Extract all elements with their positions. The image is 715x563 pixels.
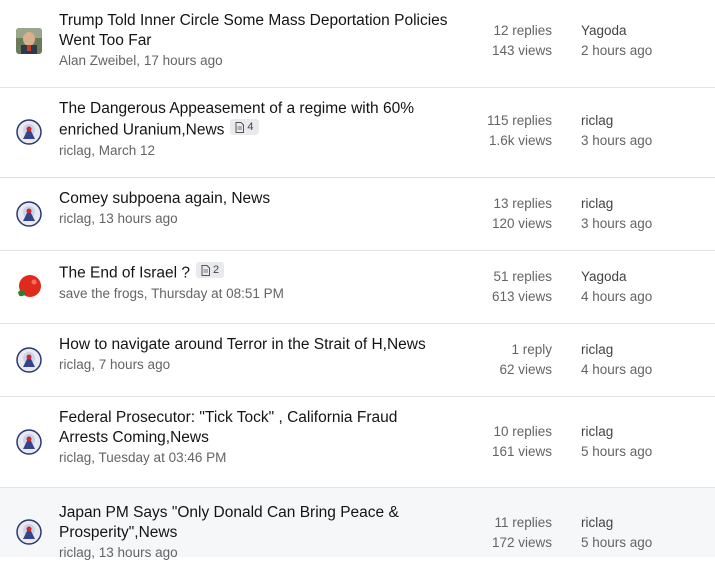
avatar[interactable] [16, 201, 42, 227]
last-post-user[interactable]: riclag [581, 111, 701, 131]
replies-count: 13 replies [493, 196, 552, 211]
document-icon [201, 264, 210, 276]
topic-title[interactable]: The End of Israel ? 2 [59, 262, 449, 284]
topic-row[interactable]: Trump Told Inner Circle Some Mass Deport… [0, 0, 715, 88]
topic-title-text[interactable]: The End of Israel ? [59, 265, 190, 282]
views-count: 62 views [499, 362, 552, 377]
avatar[interactable] [16, 347, 42, 373]
page-count-badge[interactable]: 2 [195, 262, 225, 278]
last-post-info: riclag 5 hours ago [581, 513, 701, 553]
topic-meta: riclag, 13 hours ago [59, 211, 178, 226]
views-count: 613 views [491, 289, 552, 304]
topic-stats: 13 replies 120 views [470, 194, 552, 234]
topic-row[interactable]: How to navigate around Terror in the Str… [0, 324, 715, 397]
replies-count: 115 replies [486, 113, 552, 128]
last-post-time[interactable]: 2 hours ago [581, 41, 701, 61]
last-post-info: riclag 4 hours ago [581, 340, 701, 380]
topic-row[interactable]: The End of Israel ? 2 save the frogs, Thu… [0, 251, 715, 324]
last-post-info: Yagoda 2 hours ago [581, 21, 701, 61]
page-count-badge[interactable]: 4 [230, 119, 259, 135]
topic-stats: 11 replies 172 views [470, 513, 552, 553]
replies-count: 12 replies [493, 23, 552, 38]
topic-date: Thursday at 08:51 PM [151, 285, 284, 301]
topic-meta: riclag, Tuesday at 03:46 PM [59, 450, 227, 465]
riclag-avatar-icon [16, 347, 42, 373]
topic-meta: save the frogs, Thursday at 08:51 PM [59, 285, 284, 301]
last-post-time[interactable]: 4 hours ago [581, 360, 701, 380]
avatar[interactable] [16, 519, 42, 545]
views-count: 143 views [491, 43, 552, 58]
last-post-user[interactable]: riclag [581, 513, 701, 533]
views-count: 161 views [491, 444, 552, 459]
last-post-time[interactable]: 3 hours ago [581, 131, 701, 151]
last-post-user[interactable]: Yagoda [581, 21, 701, 41]
last-post-time[interactable]: 5 hours ago [581, 442, 701, 462]
last-post-info: Yagoda 4 hours ago [581, 267, 701, 307]
topic-row[interactable]: Comey subpoena again, News riclag, 13 ho… [0, 178, 715, 251]
topic-title[interactable]: Trump Told Inner Circle Some Mass Deport… [59, 11, 449, 51]
topic-author[interactable]: Alan Zweibel [59, 53, 136, 68]
replies-count: 11 replies [494, 515, 552, 530]
last-post-time[interactable]: 3 hours ago [581, 214, 701, 234]
topic-date: 17 hours ago [143, 53, 223, 68]
views-count: 120 views [491, 216, 552, 231]
topic-meta: Alan Zweibel, 17 hours ago [59, 53, 223, 68]
replies-count: 51 replies [493, 269, 552, 284]
topic-title[interactable]: Comey subpoena again, News [59, 189, 449, 209]
topic-date: March 12 [98, 142, 156, 158]
topic-meta: riclag, March 12 [59, 142, 156, 158]
last-post-user[interactable]: riclag [581, 194, 701, 214]
topic-author[interactable]: riclag [59, 143, 91, 158]
topic-date: 13 hours ago [98, 211, 178, 226]
last-post-user[interactable]: Yagoda [581, 267, 701, 287]
topic-date: 7 hours ago [98, 357, 171, 372]
avatar[interactable] [16, 274, 42, 300]
topic-stats: 12 replies 143 views [470, 21, 552, 61]
topic-title[interactable]: How to navigate around Terror in the Str… [59, 335, 449, 355]
topic-author[interactable]: save the frogs [59, 286, 144, 301]
topic-stats: 51 replies 613 views [470, 267, 552, 307]
topic-author[interactable]: riclag [59, 450, 91, 465]
topic-stats: 1 reply 62 views [470, 340, 552, 380]
views-count: 172 views [491, 535, 552, 550]
last-post-info: riclag 3 hours ago [581, 194, 701, 234]
red-avatar-icon [16, 274, 42, 300]
topic-title[interactable]: Federal Prosecutor: "Tick Tock" , Califo… [59, 408, 419, 448]
avatar[interactable] [16, 119, 42, 145]
avatar[interactable] [16, 28, 42, 54]
topic-meta: riclag, 7 hours ago [59, 357, 171, 372]
last-post-user[interactable]: riclag [581, 340, 701, 360]
topic-list: Trump Told Inner Circle Some Mass Deport… [0, 0, 715, 560]
last-post-time[interactable]: 5 hours ago [581, 533, 701, 553]
topic-stats: 10 replies 161 views [470, 422, 552, 462]
topic-stats: 115 replies 1.6k views [470, 111, 552, 151]
replies-count: 10 replies [493, 424, 552, 439]
topic-row[interactable]: Japan PM Says "Only Donald Can Bring Pea… [0, 488, 715, 560]
page-count: 4 [247, 121, 254, 133]
riclag-avatar-icon [16, 429, 42, 455]
topic-author[interactable]: riclag [59, 211, 91, 226]
topic-date: Tuesday at 03:46 PM [98, 450, 227, 465]
replies-count: 1 reply [511, 342, 552, 357]
photo-avatar-icon [16, 28, 42, 54]
topic-date: 13 hours ago [98, 545, 178, 560]
last-post-user[interactable]: riclag [581, 422, 701, 442]
avatar[interactable] [16, 429, 42, 455]
riclag-avatar-icon [16, 519, 42, 545]
last-post-info: riclag 3 hours ago [581, 111, 701, 151]
last-post-info: riclag 5 hours ago [581, 422, 701, 462]
topic-title[interactable]: The Dangerous Appeasement of a regime wi… [59, 99, 449, 141]
topic-author[interactable]: riclag [59, 357, 91, 372]
riclag-avatar-icon [16, 119, 42, 145]
topic-meta: riclag, 13 hours ago [59, 545, 178, 560]
topic-row[interactable]: Federal Prosecutor: "Tick Tock" , Califo… [0, 397, 715, 488]
topic-row[interactable]: The Dangerous Appeasement of a regime wi… [0, 88, 715, 178]
page-count: 2 [212, 264, 220, 276]
riclag-avatar-icon [16, 201, 42, 227]
last-post-time[interactable]: 4 hours ago [581, 287, 701, 307]
views-count: 1.6k views [488, 133, 552, 148]
document-icon [235, 121, 245, 133]
topic-title[interactable]: Japan PM Says "Only Donald Can Bring Pea… [59, 503, 419, 543]
topic-author[interactable]: riclag [59, 545, 91, 560]
